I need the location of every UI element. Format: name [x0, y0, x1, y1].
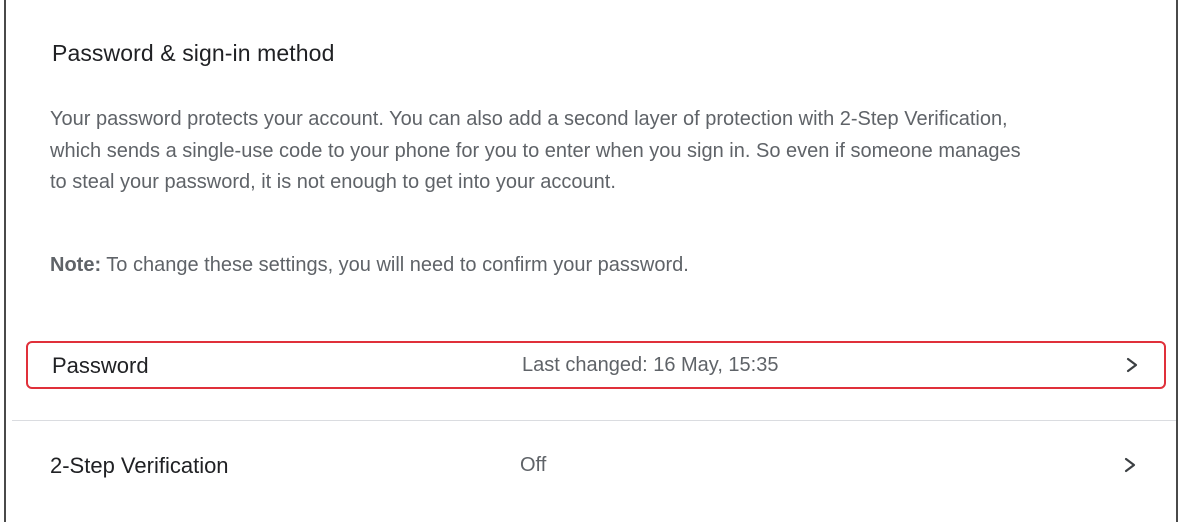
two-step-verification-row[interactable]: 2-Step Verification Off [26, 443, 1166, 491]
section-description: Your password protects your account. You… [50, 108, 1021, 193]
chevron-right-icon[interactable] [1122, 353, 1142, 377]
row-divider [12, 420, 1176, 421]
password-row[interactable]: Password Last changed: 16 May, 15:35 [26, 341, 1166, 389]
password-last-changed: Last changed: 16 May, 15:35 [522, 354, 779, 376]
section-title: Password & sign-in method [52, 40, 335, 66]
section-note: Note: To change these settings, you will… [50, 254, 689, 277]
chevron-right-icon[interactable] [1120, 453, 1140, 477]
two-step-row-label: 2-Step Verification [50, 453, 229, 478]
note-label: Note: [50, 254, 102, 276]
note-text: To change these settings, you will need … [101, 254, 689, 276]
two-step-status: Off [520, 454, 547, 476]
password-signin-card: Password & sign-in method Your password … [4, 0, 1178, 522]
password-row-label: Password [52, 353, 149, 378]
